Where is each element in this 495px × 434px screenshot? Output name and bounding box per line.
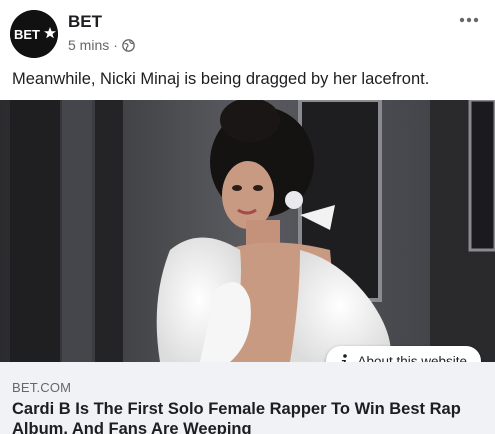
post-image[interactable] (0, 100, 495, 362)
more-options-icon[interactable] (457, 10, 481, 30)
post-meta: 5 mins · (68, 37, 135, 53)
post-timestamp[interactable]: 5 mins (68, 37, 109, 53)
post-caption: Meanwhile, Nicki Minaj is being dragged … (12, 70, 430, 88)
link-preview[interactable]: BET.COM Cardi B Is The First Solo Female… (0, 362, 495, 434)
bet-logo-icon[interactable]: BET (10, 10, 58, 58)
link-headline[interactable]: Cardi B Is The First Solo Female Rapper … (12, 399, 482, 434)
page-name-link[interactable]: BET (68, 12, 102, 32)
meta-separator: · (113, 37, 118, 53)
svg-text:BET: BET (14, 27, 40, 42)
globe-icon (122, 38, 135, 52)
facebook-post: BET BET 5 mins · Meanwhile, Nicki Minaj … (0, 0, 495, 434)
link-domain: BET.COM (12, 380, 72, 395)
